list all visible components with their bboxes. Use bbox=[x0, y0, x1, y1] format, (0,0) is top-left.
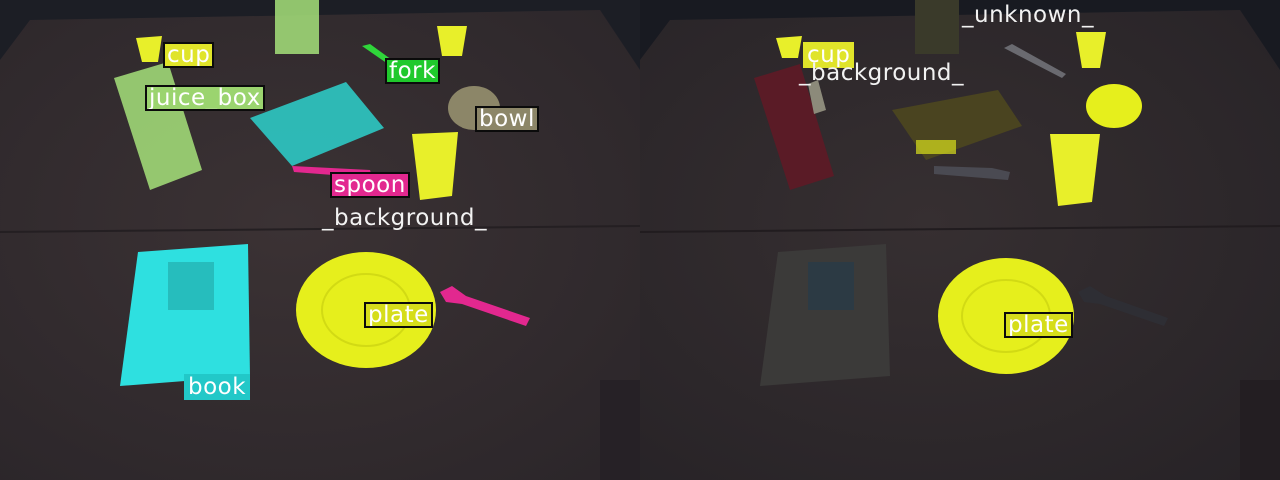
segmentation-comparison: cup fork juice_box bowl spoon _backgroun… bbox=[0, 0, 1280, 480]
label-plate: plate bbox=[364, 302, 433, 328]
label-unknown: _unknown_ bbox=[962, 2, 1095, 28]
book-cover-art bbox=[808, 262, 854, 310]
label-background: _background_ bbox=[322, 205, 488, 231]
label-spoon: spoon bbox=[330, 172, 410, 198]
left-segmentation-panel: cup fork juice_box bowl spoon _backgroun… bbox=[0, 0, 640, 480]
label-plate: plate bbox=[1004, 312, 1073, 338]
cup-mask-3 bbox=[412, 132, 458, 200]
label-background: _background_ bbox=[799, 60, 965, 86]
label-fork: fork bbox=[385, 58, 440, 84]
bowl-mask bbox=[1086, 84, 1142, 128]
juice-box-top bbox=[915, 0, 959, 54]
cup-mask-3 bbox=[1050, 134, 1100, 206]
book-cover-art bbox=[168, 262, 214, 310]
notebook-highlight bbox=[916, 140, 956, 154]
right-segmentation-panel: _unknown_ cup _background_ plate bbox=[640, 0, 1280, 480]
table-shadow bbox=[600, 380, 640, 480]
table-shadow bbox=[1240, 380, 1280, 480]
label-cup: cup bbox=[163, 42, 215, 68]
label-juice-box: juice_box bbox=[145, 85, 265, 111]
cup-mask-2 bbox=[437, 26, 467, 56]
label-book: book bbox=[184, 374, 251, 400]
label-bowl: bowl bbox=[475, 106, 539, 132]
left-scene-image bbox=[0, 0, 640, 480]
juice-box-top-mask bbox=[275, 0, 319, 54]
table-surface bbox=[0, 10, 640, 480]
